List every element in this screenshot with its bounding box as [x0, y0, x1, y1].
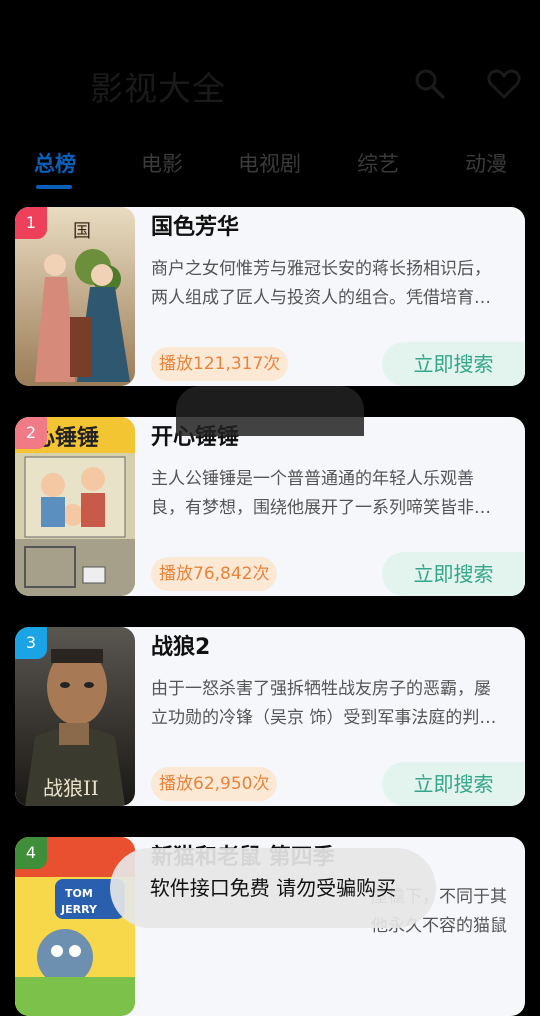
app-header: 影视大全 — [0, 0, 540, 130]
svg-text:国: 国 — [73, 221, 91, 242]
tab-movies[interactable]: 电影 — [141, 148, 183, 178]
item-description: 商户之女何惟芳与雅冠长安的蒋长扬相识后，两人组成了匠人与投资人的组合。凭借培育… — [151, 259, 491, 308]
tab-anime[interactable]: 动漫 — [465, 148, 507, 178]
item-title: 国色芳华 — [151, 215, 240, 240]
poster-image: 国 1 — [15, 207, 135, 386]
play-count-badge: 播放62,950次 — [151, 767, 278, 801]
rank-badge: 2 — [15, 417, 47, 449]
rank-badge: 4 — [15, 837, 47, 869]
search-icon[interactable] — [412, 66, 448, 102]
rank-badge: 1 — [15, 207, 47, 239]
rank-badge: 3 — [15, 627, 47, 659]
tab-indicator — [36, 185, 72, 189]
item-description: 主人公锤锤是一个普普通通的年轻人乐观善良，有梦想，围绕他展开了一系列啼笑皆非… — [151, 469, 491, 518]
poster-image: 心锤锤 2 — [15, 417, 135, 596]
list-item[interactable]: 国 1 国色芳华 商户之女何惟芳与雅冠长安的蒋长扬相识后，两人组成了匠人与投资人… — [15, 207, 525, 386]
svg-text:JERRY: JERRY — [60, 903, 98, 916]
tab-tv-series[interactable]: 电视剧 — [238, 148, 301, 178]
svg-text:战狼II: 战狼II — [43, 776, 99, 800]
poster-image: 战狼II 3 — [15, 627, 135, 806]
item-description: 由于一怒杀害了强拆牺牲战友房子的恶霸，屡立功勋的冷锋（吴京 饰）受到军事法庭的判… — [151, 679, 497, 728]
svg-text:TOM: TOM — [65, 887, 93, 900]
category-tabs: 总榜 电影 电视剧 综艺 动漫 — [0, 140, 540, 192]
app-title: 影视大全 — [90, 69, 226, 108]
item-title: 战狼2 — [151, 635, 211, 660]
list-item[interactable]: 心锤锤 2 开心锤锤 主人公锤锤是一个普普通通的年轻人乐观善良，有梦想，围绕他展… — [15, 417, 525, 596]
floating-overlay — [176, 386, 364, 436]
toast-message: 软件接口免费 请勿受骗购买 — [110, 848, 436, 928]
search-now-button[interactable]: 立即搜索 — [382, 342, 525, 386]
heart-icon[interactable] — [486, 66, 522, 102]
search-now-button[interactable]: 立即搜索 — [382, 552, 525, 596]
tab-total-ranking[interactable]: 总榜 — [34, 148, 76, 178]
search-now-button[interactable]: 立即搜索 — [382, 762, 525, 806]
list-item[interactable]: 战狼II 3 战狼2 由于一怒杀害了强拆牺牲战友房子的恶霸，屡立功勋的冷锋（吴京… — [15, 627, 525, 806]
play-count-badge: 播放121,317次 — [151, 347, 289, 381]
tab-variety[interactable]: 综艺 — [357, 148, 399, 178]
play-count-badge: 播放76,842次 — [151, 557, 278, 591]
